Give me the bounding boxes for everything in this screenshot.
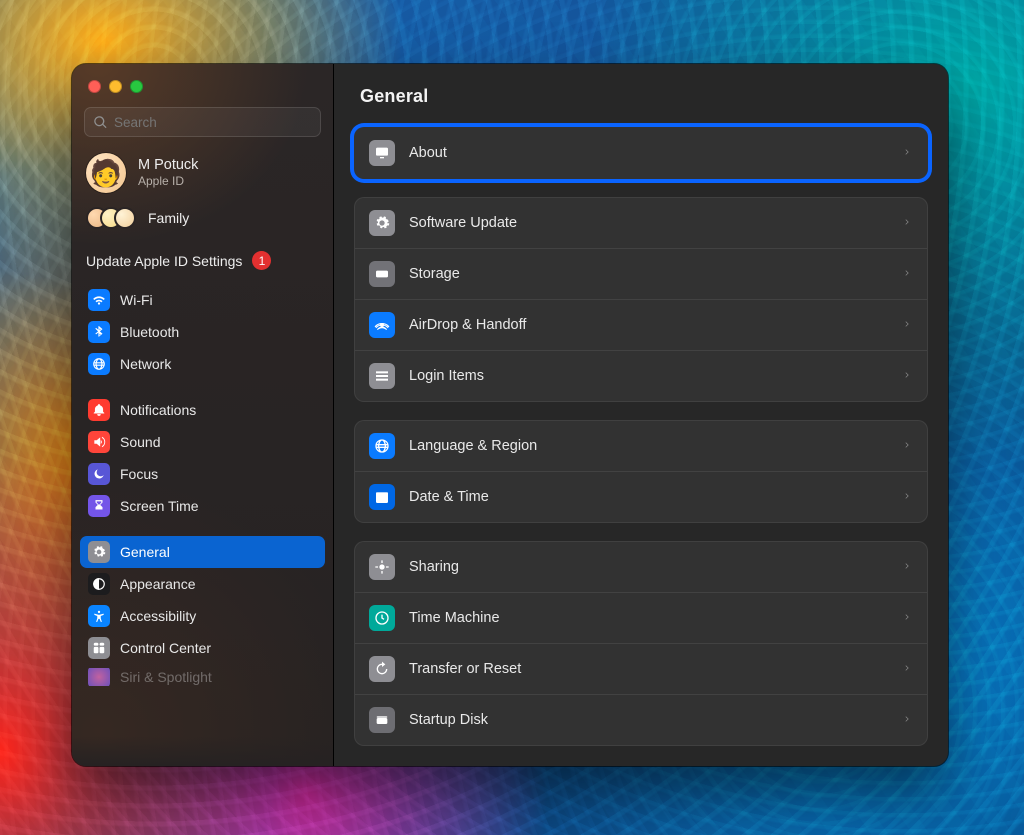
disk-icon bbox=[369, 261, 395, 287]
chevron-icon bbox=[903, 368, 913, 384]
startup-disk-icon bbox=[369, 707, 395, 733]
sidebar-item-general[interactable]: General bbox=[80, 536, 325, 568]
sidebar-item-notifications[interactable]: Notifications bbox=[80, 394, 325, 426]
row-about[interactable]: About bbox=[355, 128, 927, 178]
chevron-icon bbox=[903, 438, 913, 454]
sidebar-item-bluetooth[interactable]: Bluetooth bbox=[80, 316, 325, 348]
update-apple-id-label: Update Apple ID Settings bbox=[86, 253, 242, 269]
clock-icon bbox=[369, 605, 395, 631]
row-login-items[interactable]: Login Items bbox=[355, 350, 927, 401]
avatar: 🧑 bbox=[86, 153, 126, 193]
header: General bbox=[334, 64, 948, 121]
group-locale: Language & Region Date & Time bbox=[354, 420, 928, 523]
row-software-update[interactable]: Software Update bbox=[355, 198, 927, 248]
sidebar-item-siri-spotlight[interactable]: Siri & Spotlight bbox=[80, 668, 325, 686]
search-input[interactable] bbox=[114, 115, 312, 130]
accessibility-icon bbox=[88, 605, 110, 627]
fullscreen-window-button[interactable] bbox=[130, 80, 143, 93]
window-controls bbox=[72, 74, 333, 107]
search-icon bbox=[93, 115, 108, 130]
sidebar-item-sound[interactable]: Sound bbox=[80, 426, 325, 458]
chevron-icon bbox=[903, 559, 913, 575]
globe-icon bbox=[369, 433, 395, 459]
sidebar: 🧑 M Potuck Apple ID Family Update Apple … bbox=[72, 64, 334, 766]
system-settings-window: 🧑 M Potuck Apple ID Family Update Apple … bbox=[72, 64, 948, 766]
airdrop-icon bbox=[369, 312, 395, 338]
sidebar-item-screen-time[interactable]: Screen Time bbox=[80, 490, 325, 522]
chevron-icon bbox=[903, 266, 913, 282]
sidebar-family[interactable]: Family bbox=[72, 201, 333, 241]
close-window-button[interactable] bbox=[88, 80, 101, 93]
sidebar-item-focus[interactable]: Focus bbox=[80, 458, 325, 490]
chevron-icon bbox=[903, 712, 913, 728]
main-panel: General About Software Update bbox=[334, 64, 948, 766]
page-title: General bbox=[360, 86, 922, 107]
row-sharing[interactable]: Sharing bbox=[355, 542, 927, 592]
group-system: Software Update Storage AirDrop & Handof… bbox=[354, 197, 928, 402]
update-apple-id-badge: 1 bbox=[252, 251, 271, 270]
row-airdrop-handoff[interactable]: AirDrop & Handoff bbox=[355, 299, 927, 350]
row-storage[interactable]: Storage bbox=[355, 248, 927, 299]
family-avatars bbox=[86, 207, 136, 229]
search-box[interactable] bbox=[84, 107, 321, 137]
bluetooth-icon bbox=[88, 321, 110, 343]
minimize-window-button[interactable] bbox=[109, 80, 122, 93]
hourglass-icon bbox=[88, 495, 110, 517]
group-misc: Sharing Time Machine Transfer or Reset S… bbox=[354, 541, 928, 746]
network-icon bbox=[88, 353, 110, 375]
reset-icon bbox=[369, 656, 395, 682]
sidebar-apple-id[interactable]: 🧑 M Potuck Apple ID bbox=[72, 149, 333, 201]
bell-icon bbox=[88, 399, 110, 421]
calendar-icon bbox=[369, 484, 395, 510]
gear-icon bbox=[88, 541, 110, 563]
appearance-icon bbox=[88, 573, 110, 595]
sidebar-item-wifi[interactable]: Wi-Fi bbox=[80, 284, 325, 316]
sidebar-update-apple-id[interactable]: Update Apple ID Settings 1 bbox=[72, 241, 333, 284]
account-sub: Apple ID bbox=[138, 174, 198, 188]
sidebar-item-accessibility[interactable]: Accessibility bbox=[80, 600, 325, 632]
moon-icon bbox=[88, 463, 110, 485]
control-center-icon bbox=[88, 637, 110, 659]
row-time-machine[interactable]: Time Machine bbox=[355, 592, 927, 643]
list-icon bbox=[369, 363, 395, 389]
chevron-icon bbox=[903, 215, 913, 231]
group-about: About bbox=[354, 127, 928, 179]
search-container bbox=[84, 107, 321, 137]
siri-icon bbox=[88, 668, 110, 686]
sidebar-item-appearance[interactable]: Appearance bbox=[80, 568, 325, 600]
sidebar-list: Wi-Fi Bluetooth Network Notifications So… bbox=[72, 284, 333, 682]
wifi-icon bbox=[88, 289, 110, 311]
monitor-icon bbox=[369, 140, 395, 166]
sidebar-item-control-center[interactable]: Control Center bbox=[80, 632, 325, 664]
chevron-icon bbox=[903, 317, 913, 333]
chevron-icon bbox=[903, 610, 913, 626]
row-language-region[interactable]: Language & Region bbox=[355, 421, 927, 471]
sound-icon bbox=[88, 431, 110, 453]
family-label: Family bbox=[148, 210, 189, 226]
content: About Software Update Storage bbox=[334, 121, 948, 766]
chevron-icon bbox=[903, 661, 913, 677]
row-transfer-reset[interactable]: Transfer or Reset bbox=[355, 643, 927, 694]
gear-icon bbox=[369, 210, 395, 236]
sharing-icon bbox=[369, 554, 395, 580]
row-date-time[interactable]: Date & Time bbox=[355, 471, 927, 522]
row-startup-disk[interactable]: Startup Disk bbox=[355, 694, 927, 745]
account-name: M Potuck bbox=[138, 158, 198, 174]
chevron-icon bbox=[903, 145, 913, 161]
sidebar-item-network[interactable]: Network bbox=[80, 348, 325, 380]
chevron-icon bbox=[903, 489, 913, 505]
